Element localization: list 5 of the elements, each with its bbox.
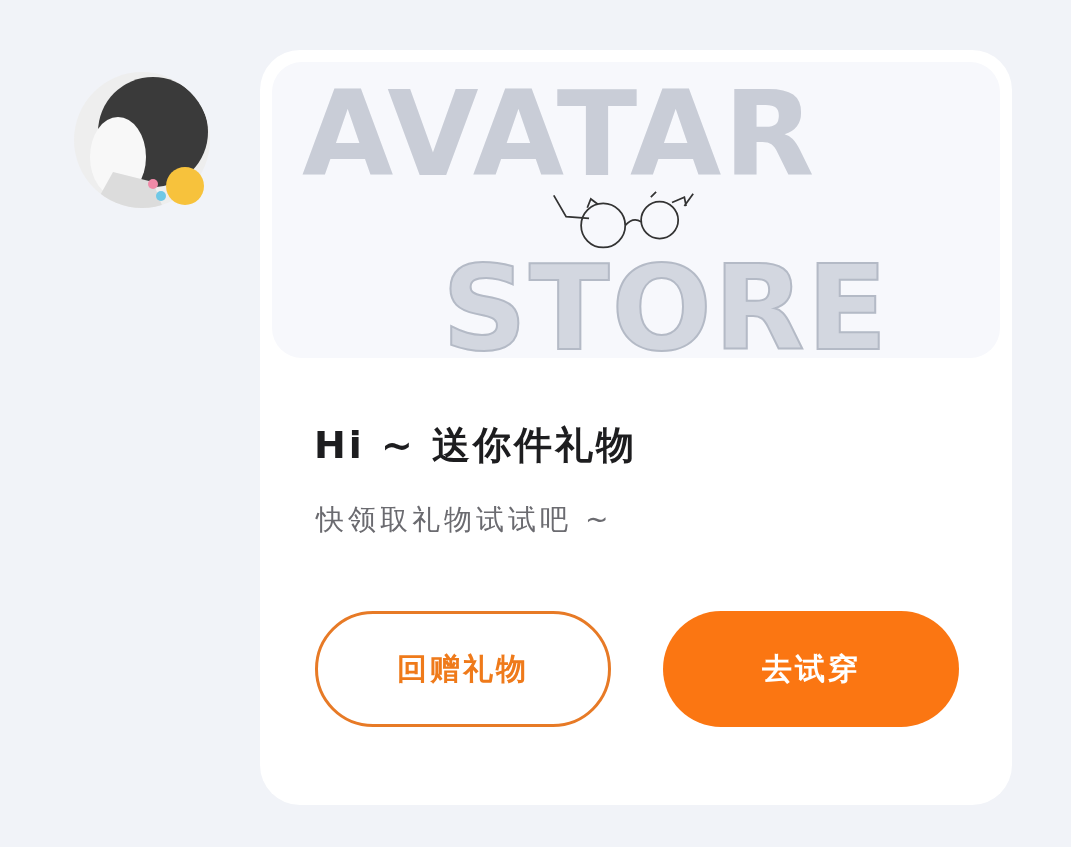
card-subtitle: 快领取礼物试试吧 ~ [316,502,614,538]
return-gift-button[interactable]: 回赠礼物 [315,611,611,727]
try-on-button[interactable]: 去试穿 [663,611,959,727]
card-title: Hi ~ 送你件礼物 [314,422,639,469]
banner-lettering: STORE [442,258,890,358]
